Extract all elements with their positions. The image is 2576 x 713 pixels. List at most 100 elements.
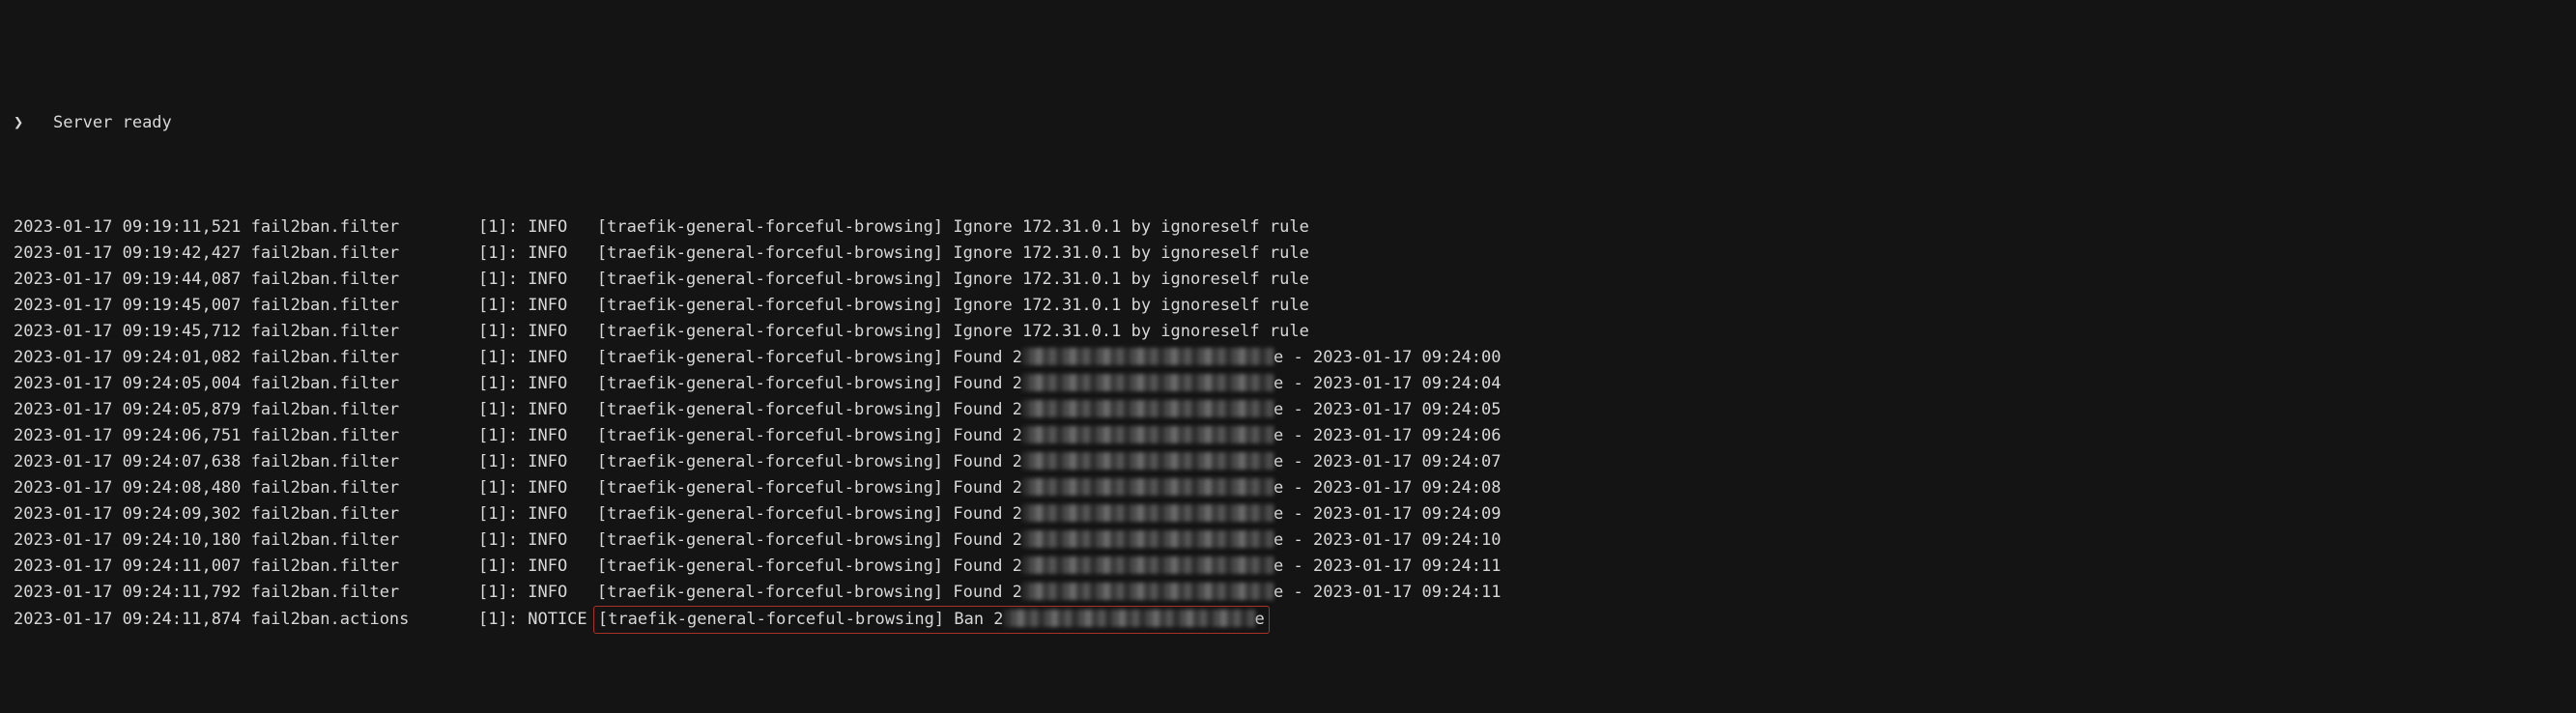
- log-source: fail2ban.filter: [251, 296, 478, 315]
- log-message: Found 2: [953, 530, 1022, 550]
- log-level: INFO: [528, 243, 597, 263]
- log-source: fail2ban.filter: [251, 583, 478, 602]
- log-level: INFO: [528, 217, 597, 237]
- log-level: INFO: [528, 583, 597, 602]
- log-jail: [traefik-general-forceful-browsing]: [597, 270, 953, 289]
- redacted-ip: [1022, 530, 1274, 548]
- log-found-ts: - 2023-01-17 09:24:06: [1283, 426, 1501, 445]
- log-message-tail: e: [1274, 583, 1283, 602]
- log-timestamp: 2023-01-17 09:24:06,751: [14, 426, 251, 445]
- log-message-tail: e: [1274, 400, 1283, 419]
- log-message: Found 2: [953, 504, 1022, 524]
- log-message-tail: e: [1274, 478, 1283, 498]
- log-message: Found 2: [953, 400, 1022, 419]
- log-timestamp: 2023-01-17 09:24:07,638: [14, 452, 251, 471]
- log-source: fail2ban.filter: [251, 348, 478, 367]
- log-message-tail: e: [1255, 610, 1265, 629]
- log-jail: [traefik-general-forceful-browsing]: [597, 374, 953, 393]
- log-line: 2023-01-17 09:24:05,879 fail2ban.filter …: [14, 397, 2562, 423]
- log-level: NOTICE: [528, 610, 597, 629]
- log-message: Ignore 172.31.0.1 by ignoreself rule: [953, 322, 1308, 341]
- log-source: fail2ban.filter: [251, 556, 478, 576]
- log-jail: [traefik-general-forceful-browsing]: [597, 452, 953, 471]
- log-jail: [traefik-general-forceful-browsing]: [597, 217, 953, 237]
- log-jail: [traefik-general-forceful-browsing]: [597, 426, 953, 445]
- log-message: Ignore 172.31.0.1 by ignoreself rule: [953, 296, 1308, 315]
- log-jail: [traefik-general-forceful-browsing]: [597, 243, 953, 263]
- log-message: Found 2: [953, 348, 1022, 367]
- redacted-ip: [1004, 610, 1255, 627]
- log-timestamp: 2023-01-17 09:19:44,087: [14, 270, 251, 289]
- log-found-ts: - 2023-01-17 09:24:10: [1283, 530, 1501, 550]
- log-message: Found 2: [953, 426, 1022, 445]
- log-found-ts: - 2023-01-17 09:24:04: [1283, 374, 1501, 393]
- log-timestamp: 2023-01-17 09:19:42,427: [14, 243, 251, 263]
- log-message: Ignore 172.31.0.1 by ignoreself rule: [953, 270, 1308, 289]
- log-thread: [1]:: [478, 400, 528, 419]
- log-timestamp: 2023-01-17 09:24:09,302: [14, 504, 251, 524]
- log-thread: [1]:: [478, 296, 528, 315]
- log-timestamp: 2023-01-17 09:24:05,004: [14, 374, 251, 393]
- log-jail: [traefik-general-forceful-browsing]: [597, 504, 953, 524]
- log-found-ts: - 2023-01-17 09:24:11: [1283, 556, 1501, 576]
- log-thread: [1]:: [478, 348, 528, 367]
- redacted-ip: [1022, 400, 1274, 417]
- log-source: fail2ban.filter: [251, 426, 478, 445]
- log-line: 2023-01-17 09:19:44,087 fail2ban.filter …: [14, 267, 2562, 293]
- log-source: fail2ban.filter: [251, 478, 478, 498]
- log-message: Found 2: [953, 583, 1022, 602]
- log-level: INFO: [528, 452, 597, 471]
- log-line: 2023-01-17 09:24:10,180 fail2ban.filter …: [14, 528, 2562, 554]
- log-thread: [1]:: [478, 426, 528, 445]
- log-message-tail: e: [1274, 348, 1283, 367]
- log-timestamp: 2023-01-17 09:24:05,879: [14, 400, 251, 419]
- log-thread: [1]:: [478, 270, 528, 289]
- prompt-line: ❯ Server ready: [14, 110, 2562, 136]
- log-jail: [traefik-general-forceful-browsing]: [597, 583, 953, 602]
- log-jail: [traefik-general-forceful-browsing]: [597, 478, 953, 498]
- log-jail: [traefik-general-forceful-browsing]: [597, 296, 953, 315]
- log-message-tail: e: [1274, 556, 1283, 576]
- log-line: 2023-01-17 09:19:42,427 fail2ban.filter …: [14, 241, 2562, 267]
- log-message: Found 2: [953, 478, 1022, 498]
- log-timestamp: 2023-01-17 09:24:08,480: [14, 478, 251, 498]
- log-source: fail2ban.filter: [251, 243, 478, 263]
- log-timestamp: 2023-01-17 09:24:11,874: [14, 610, 251, 629]
- log-thread: [1]:: [478, 217, 528, 237]
- redacted-ip: [1022, 374, 1274, 391]
- log-jail: [traefik-general-forceful-browsing]: [597, 400, 953, 419]
- log-timestamp: 2023-01-17 09:24:01,082: [14, 348, 251, 367]
- log-thread: [1]:: [478, 530, 528, 550]
- log-timestamp: 2023-01-17 09:19:11,521: [14, 217, 251, 237]
- log-source: fail2ban.filter: [251, 400, 478, 419]
- log-level: INFO: [528, 556, 597, 576]
- log-found-ts: - 2023-01-17 09:24:08: [1283, 478, 1501, 498]
- log-source: fail2ban.filter: [251, 530, 478, 550]
- log-level: INFO: [528, 322, 597, 341]
- log-level: INFO: [528, 296, 597, 315]
- log-line: 2023-01-17 09:24:07,638 fail2ban.filter …: [14, 449, 2562, 475]
- log-thread: [1]:: [478, 610, 528, 629]
- terminal-output[interactable]: ❯ Server ready 2023-01-17 09:19:11,521 f…: [0, 0, 2576, 696]
- redacted-ip: [1022, 556, 1274, 574]
- log-line: 2023-01-17 09:19:45,007 fail2ban.filter …: [14, 293, 2562, 319]
- log-thread: [1]:: [478, 322, 528, 341]
- log-source: fail2ban.filter: [251, 322, 478, 341]
- log-timestamp: 2023-01-17 09:24:11,792: [14, 583, 251, 602]
- prompt-icon: ❯: [14, 113, 23, 132]
- header-text: Server ready: [23, 113, 172, 132]
- log-source: fail2ban.filter: [251, 452, 478, 471]
- log-found-ts: - 2023-01-17 09:24:11: [1283, 583, 1501, 602]
- log-thread: [1]:: [478, 556, 528, 576]
- log-source: fail2ban.filter: [251, 374, 478, 393]
- log-message: Found 2: [953, 374, 1022, 393]
- log-thread: [1]:: [478, 583, 528, 602]
- log-line: 2023-01-17 09:24:08,480 fail2ban.filter …: [14, 475, 2562, 501]
- log-message: Ban 2: [954, 610, 1003, 629]
- log-found-ts: - 2023-01-17 09:24:00: [1283, 348, 1501, 367]
- redacted-ip: [1022, 478, 1274, 496]
- log-message-tail: e: [1274, 504, 1283, 524]
- log-message-tail: e: [1274, 374, 1283, 393]
- log-line: 2023-01-17 09:24:06,751 fail2ban.filter …: [14, 423, 2562, 449]
- log-timestamp: 2023-01-17 09:24:11,007: [14, 556, 251, 576]
